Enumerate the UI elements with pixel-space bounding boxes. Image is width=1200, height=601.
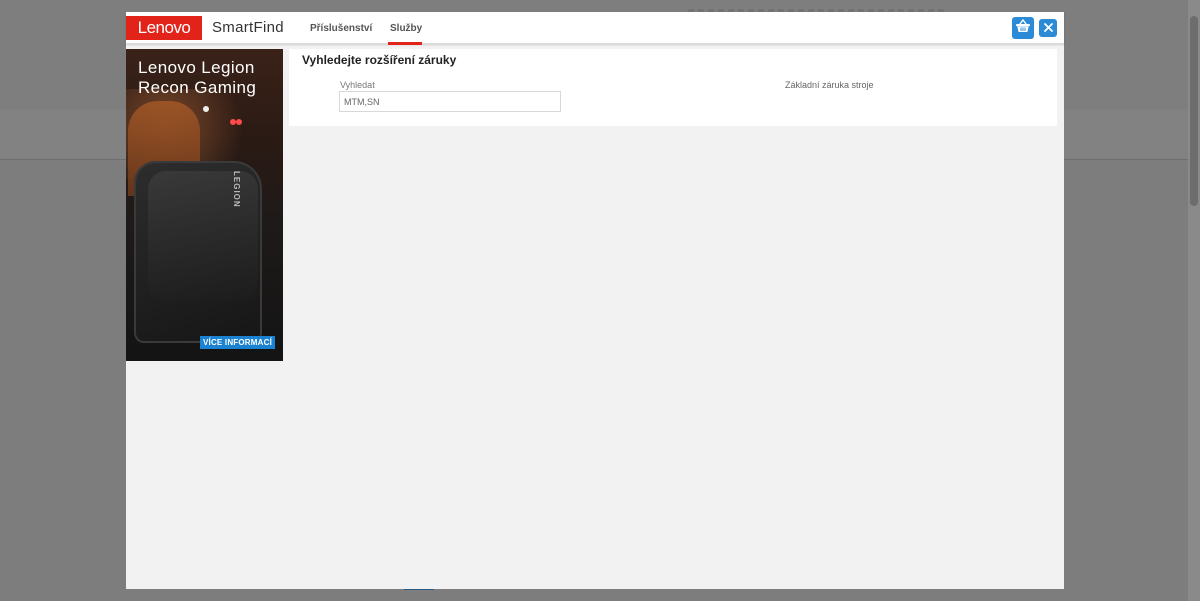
cart-button[interactable] [1012, 17, 1034, 39]
ad-title: Lenovo Legion Recon Gaming [138, 58, 257, 97]
search-label: Vyhledat [340, 80, 375, 90]
ad-light-dot [203, 106, 209, 112]
ad-banner[interactable]: LEGION Lenovo Legion Recon Gaming VÍCE I… [126, 49, 283, 361]
close-button[interactable] [1039, 19, 1057, 37]
dialog-header: Lenovo SmartFind Příslušenství Služby [126, 12, 1064, 45]
tab-services[interactable]: Služby [390, 23, 422, 34]
shopping-basket-icon [1015, 18, 1031, 38]
tab-accessories[interactable]: Příslušenství [310, 23, 372, 34]
search-input[interactable] [339, 91, 561, 112]
active-tab-indicator [388, 42, 422, 45]
smartfind-title: SmartFind [212, 19, 284, 36]
ad-backpack-image [134, 161, 262, 343]
smartfind-dialog: Lenovo SmartFind Příslušenství Služby LE… [126, 12, 1064, 589]
lenovo-logo[interactable]: Lenovo [126, 16, 202, 40]
page-title: Vyhledejte rozšíření záruky [302, 53, 457, 67]
ad-backpack-logo: LEGION [232, 171, 241, 208]
page-scrollbar-thumb[interactable] [1190, 16, 1198, 206]
close-icon [1043, 19, 1053, 37]
warranty-search-card: Vyhledejte rozšíření záruky Vyhledat Zák… [289, 49, 1057, 126]
base-warranty-label: Základní záruka stroje [785, 80, 874, 90]
ad-more-info-button[interactable]: VÍCE INFORMACÍ [200, 336, 276, 349]
